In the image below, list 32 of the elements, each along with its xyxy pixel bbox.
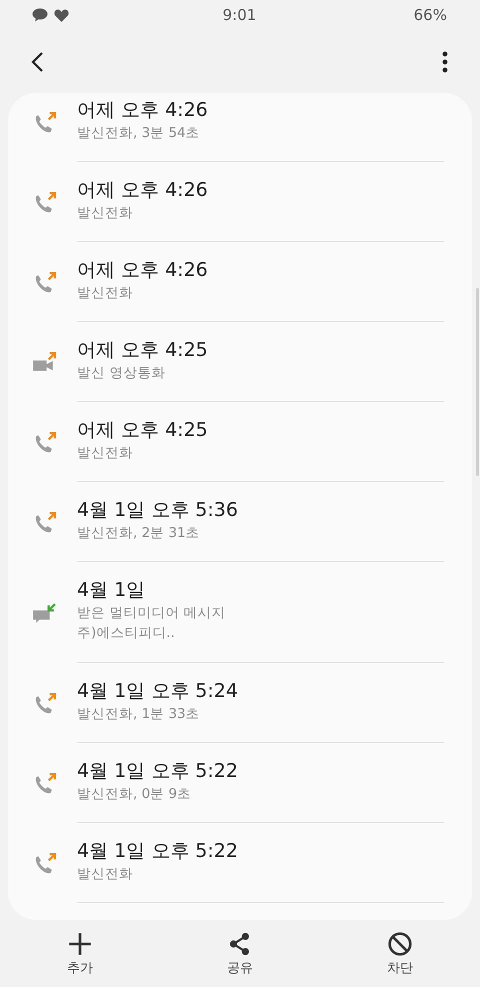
call-time: 4월 1일 오후 5:22 — [77, 838, 239, 864]
battery-level: 66% — [412, 6, 447, 24]
call-time: 4월 1일 오후 5:36 — [77, 498, 239, 522]
call-time: 4월 1일 — [77, 578, 146, 603]
toolbar-button[interactable]: 공유 — [160, 930, 320, 976]
call-detail: 발신전화, 0분 9초 — [77, 784, 192, 804]
call-detail: 발신전화 — [77, 204, 134, 222]
call-time: 4월 1일 오후 5:22 — [77, 758, 239, 784]
call-detail: 발신전화, 1분 33초 — [77, 704, 201, 724]
call-detail: 받은 멀티미디어 메시지 — [77, 604, 227, 623]
back-icon — [30, 50, 46, 72]
call-time: 4월 1일 오후 5:24 — [77, 678, 239, 704]
chat-bubble-icon — [32, 8, 48, 22]
block-icon — [387, 930, 413, 956]
call-detail: 발신전화, 2분 31초 — [77, 524, 201, 542]
call-detail: 발신전화, 3분 54초 — [77, 124, 201, 142]
call-time: 어제 오후 4:26 — [77, 178, 209, 202]
call-time: 어제 오후 4:25 — [77, 418, 209, 442]
call-detail: 발신전화 — [77, 444, 134, 462]
call-detail: 발신 영상통화 — [77, 364, 166, 382]
call-time: 어제 오후 4:26 — [77, 98, 209, 122]
call-time: 어제 오후 4:26 — [77, 258, 209, 282]
call-detail: 발신전화 — [77, 864, 134, 884]
call-time: 어제 오후 4:25 — [77, 338, 209, 362]
clock-time: 9:01 — [222, 6, 258, 24]
call-detail: 발신전화 — [77, 284, 134, 302]
more-icon — [442, 50, 448, 72]
call-detail: 주)에스티피디.. — [77, 624, 176, 643]
toolbar-button[interactable]: 추가 — [0, 930, 160, 976]
toolbar-button[interactable]: 차단 — [320, 930, 480, 976]
heart-icon — [54, 8, 69, 22]
plus-icon — [67, 930, 93, 956]
